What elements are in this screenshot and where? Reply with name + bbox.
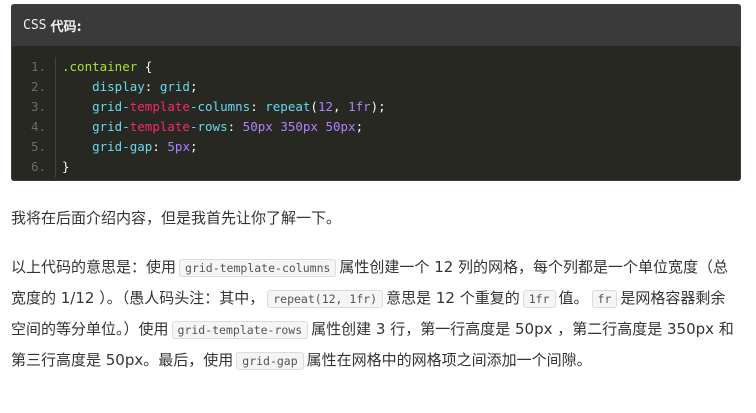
line-number: 2. (12, 77, 56, 97)
css-number: 50px (325, 119, 356, 134)
code-line: 3. grid-template-columns: repeat(12, 1fr… (12, 97, 740, 117)
css-property: display (92, 79, 145, 94)
code-line: 1. .container { (12, 57, 740, 77)
css-property: grid-gap (92, 139, 153, 154)
inline-code: repeat(12, 1fr) (267, 290, 384, 308)
text-segment: 以上代码的意思是：使用 (11, 258, 177, 276)
paragraph-explanation: 以上代码的意思是：使用 grid-template-columns 属性创建一个 1… (11, 252, 739, 376)
css-number: 50px (242, 119, 273, 134)
code-language: CSS (23, 18, 47, 33)
text-segment: 值。 (558, 289, 589, 307)
code-line: 5. grid-gap: 5px; (12, 137, 740, 157)
inline-code: grid-gap (236, 352, 304, 370)
line-number: 6. (12, 157, 56, 177)
inline-code: fr (591, 290, 618, 308)
css-function: repeat (265, 99, 311, 114)
css-value: grid (159, 79, 190, 94)
css-property-part: -columns (189, 99, 251, 114)
text-segment: 属性在网格中的网格项之间添加一个间隙。 (306, 351, 592, 369)
css-property-part: grid- (92, 99, 130, 114)
inline-code: grid-template-rows (171, 321, 309, 339)
inline-code: grid-template-columns (179, 259, 337, 277)
css-number: 5px (167, 139, 190, 154)
css-number: 1fr (348, 99, 371, 114)
brace: { (137, 59, 153, 74)
css-number: 350px (280, 119, 318, 134)
line-number: 5. (12, 137, 56, 157)
line-number: 1. (12, 57, 56, 77)
css-property-part: template (129, 119, 190, 134)
code-line: 2. display: grid; (12, 77, 740, 97)
code-header-label: 代码: (50, 20, 82, 35)
paragraph-intro: 我将在后面介绍内容，但是我首先让你了解一下。 (11, 209, 342, 227)
css-number: 12 (317, 99, 333, 114)
code-header: CSS 代码: (12, 5, 740, 46)
line-number: 4. (12, 117, 56, 137)
brace: } (62, 159, 70, 174)
css-property-part: template (129, 99, 190, 114)
css-selector: .container (62, 59, 138, 74)
inline-code: 1fr (522, 290, 556, 308)
text-segment: 意思是 12 个重复的 (386, 289, 520, 307)
code-line: 6. } (12, 157, 740, 177)
code-body: 1. .container { 2. display: grid; 3. gri… (12, 46, 740, 177)
code-line: 4. grid-template-rows: 50px 350px 50px; (12, 117, 740, 137)
line-number: 3. (12, 97, 56, 117)
css-property-part: grid- (92, 119, 130, 134)
code-block: CSS 代码: 1. .container { 2. display: grid… (11, 4, 741, 181)
css-property-part: -rows (189, 119, 228, 134)
